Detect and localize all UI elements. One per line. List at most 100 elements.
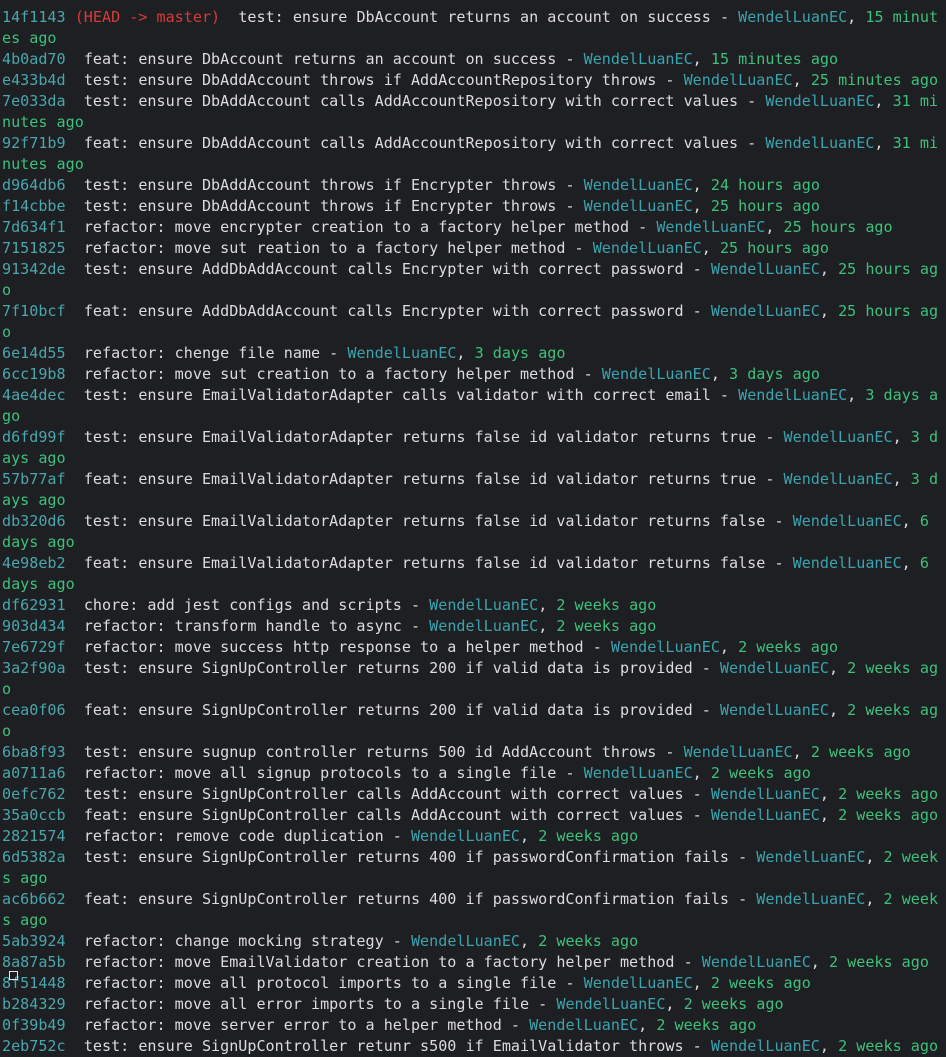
commit-time: 2 weeks ago	[538, 827, 639, 845]
commit-hash: 0efc762	[2, 785, 66, 803]
commit-line: 6d5382a test: ensure SignUpController re…	[2, 848, 939, 887]
commit-hash: 2eb752c	[2, 1037, 66, 1055]
commit-message: refactor: transform handle to async	[83, 617, 402, 635]
commit-time: 3 days ago	[729, 365, 820, 383]
commit-time: 15 minutes ago	[710, 50, 839, 68]
commit-message: test: ensure SignUpController retunr s50…	[83, 1037, 684, 1055]
commit-message: feat: ensure SignUpController returns 40…	[83, 890, 730, 908]
commit-message: test: ensure SignUpController returns 40…	[83, 848, 730, 866]
commit-author: WendelLuanEC	[701, 953, 811, 971]
commit-author: WendelLuanEC	[765, 92, 875, 110]
commit-message: refactor: remove code duplication	[83, 827, 384, 845]
commit-hash: 7151825	[2, 239, 66, 257]
commit-author: WendelLuanEC	[783, 428, 893, 446]
commit-author: WendelLuanEC	[610, 638, 720, 656]
commit-author: WendelLuanEC	[556, 995, 666, 1013]
commit-hash: b284329	[2, 995, 66, 1013]
commit-line: b284329 refactor: move all error imports…	[2, 995, 784, 1013]
terminal-cursor	[9, 971, 18, 980]
commit-hash: a0711a6	[2, 764, 66, 782]
commit-line: d6fd99f test: ensure EmailValidatorAdapt…	[2, 428, 939, 467]
commit-hash: 2821574	[2, 827, 66, 845]
commit-message: test: ensure sugnup controller returns 5…	[83, 743, 657, 761]
commit-line: e433b4d test: ensure DbAddAccount throws…	[2, 71, 939, 89]
commit-author: WendelLuanEC	[583, 176, 693, 194]
commit-author: WendelLuanEC	[792, 512, 902, 530]
commit-message: refactor: move sut creation to a factory…	[83, 365, 575, 383]
commit-message: feat: ensure EmailValidatorAdapter retur…	[83, 470, 757, 488]
commit-line: 0efc762 test: ensure SignUpController ca…	[2, 785, 939, 803]
commit-time: 3 days ago	[474, 344, 566, 362]
commit-hash: d6fd99f	[2, 428, 66, 446]
commit-hash: cea0f06	[2, 701, 66, 719]
commit-author: WendelLuanEC	[583, 197, 693, 215]
commit-hash: 7d634f1	[2, 218, 66, 236]
commit-time: 2 weeks ago	[810, 743, 911, 761]
commit-author: WendelLuanEC	[347, 344, 457, 362]
commit-hash: 8a87a5b	[2, 953, 66, 971]
commit-message: test: ensure DbAddAccount throws if Encr…	[83, 197, 557, 215]
commit-author: WendelLuanEC	[710, 1037, 820, 1055]
commit-time: 2 weeks ago	[556, 596, 657, 614]
commit-hash: 0f39b49	[2, 1016, 66, 1034]
commit-line: df62931 chore: add jest configs and scri…	[2, 596, 657, 614]
commit-hash: 5ab3924	[2, 932, 66, 950]
commit-line: 4ae4dec test: ensure EmailValidatorAdapt…	[2, 386, 939, 425]
commit-hash: d964db6	[2, 176, 66, 194]
commit-author: WendelLuanEC	[710, 260, 820, 278]
commit-time: 2 weeks ago	[828, 953, 929, 971]
commit-line: 35a0ccb feat: ensure SignUpController ca…	[2, 806, 939, 824]
commit-time: 2 weeks ago	[838, 785, 939, 803]
commit-line: 8a87a5b refactor: move EmailValidator cr…	[2, 953, 929, 971]
commit-line: 8f51448 refactor: move all protocol impo…	[2, 974, 811, 992]
commit-message: feat: ensure EmailValidatorAdapter retur…	[83, 554, 766, 572]
commit-time: 2 weeks ago	[710, 974, 811, 992]
commit-message: refactor: chenge file name	[83, 344, 321, 362]
commit-message: refactor: change mocking strategy	[83, 932, 384, 950]
commit-line: 7d634f1 refactor: move encrypter creatio…	[2, 218, 893, 236]
commit-message: refactor: move server error to a helper …	[83, 1016, 502, 1034]
commit-author: WendelLuanEC	[683, 71, 793, 89]
commit-author: WendelLuanEC	[719, 659, 829, 677]
commit-author: WendelLuanEC	[710, 785, 820, 803]
commit-author: WendelLuanEC	[529, 1016, 639, 1034]
commit-hash: 6d5382a	[2, 848, 66, 866]
commit-author: WendelLuanEC	[738, 386, 848, 404]
commit-hash: 4ae4dec	[2, 386, 66, 404]
commit-hash: 92f71b9	[2, 134, 66, 152]
commit-hash: 7e033da	[2, 92, 66, 110]
commit-message: test: ensure DbAddAccount calls AddAccou…	[83, 92, 739, 110]
commit-line: ac6b662 feat: ensure SignUpController re…	[2, 890, 939, 929]
commit-message: test: ensure DbAddAccount throws if Encr…	[83, 176, 557, 194]
commit-line: 7e033da test: ensure DbAddAccount calls …	[2, 92, 939, 131]
commit-message: feat: ensure DbAddAccount calls AddAccou…	[83, 134, 739, 152]
commit-line: 903d434 refactor: transform handle to as…	[2, 617, 657, 635]
commit-time: 2 weeks ago	[838, 1037, 939, 1055]
commit-line: 4b0ad70 feat: ensure DbAccount returns a…	[2, 50, 839, 68]
commit-message: test: ensure SignUpController calls AddA…	[83, 785, 684, 803]
commit-author: WendelLuanEC	[710, 806, 820, 824]
commit-hash: df62931	[2, 596, 66, 614]
commit-line: 7e6729f refactor: move success http resp…	[2, 638, 839, 656]
commit-message: test: ensure EmailValidatorAdapter calls…	[83, 386, 711, 404]
commit-line: d964db6 test: ensure DbAddAccount throws…	[2, 176, 820, 194]
commit-line: 5ab3924 refactor: change mocking strateg…	[2, 932, 639, 950]
commit-line: f14cbbe test: ensure DbAddAccount throws…	[2, 197, 820, 215]
commit-hash: ac6b662	[2, 890, 66, 908]
commit-author: WendelLuanEC	[756, 848, 866, 866]
commit-author: WendelLuanEC	[583, 50, 693, 68]
commit-hash: 6ba8f93	[2, 743, 66, 761]
commit-line: 7f10bcf feat: ensure AddDbAddAccount cal…	[2, 302, 939, 341]
commit-time: 2 weeks ago	[656, 1016, 757, 1034]
commit-hash: f14cbbe	[2, 197, 66, 215]
commit-hash: 91342de	[2, 260, 66, 278]
commit-line: 4e98eb2 feat: ensure EmailValidatorAdapt…	[2, 554, 939, 593]
commit-time: 2 weeks ago	[683, 995, 784, 1013]
commit-time: 25 minutes ago	[810, 71, 939, 89]
commit-author: WendelLuanEC	[683, 743, 793, 761]
commit-message: feat: ensure DbAccount returns an accoun…	[83, 50, 557, 68]
commit-line: a0711a6 refactor: move all signup protoc…	[2, 764, 811, 782]
commit-message: test: ensure DbAccount returns an accoun…	[238, 8, 711, 26]
commit-line: 7151825 refactor: move sut reation to a …	[2, 239, 829, 257]
commit-message: refactor: move all protocol imports to a…	[83, 974, 557, 992]
